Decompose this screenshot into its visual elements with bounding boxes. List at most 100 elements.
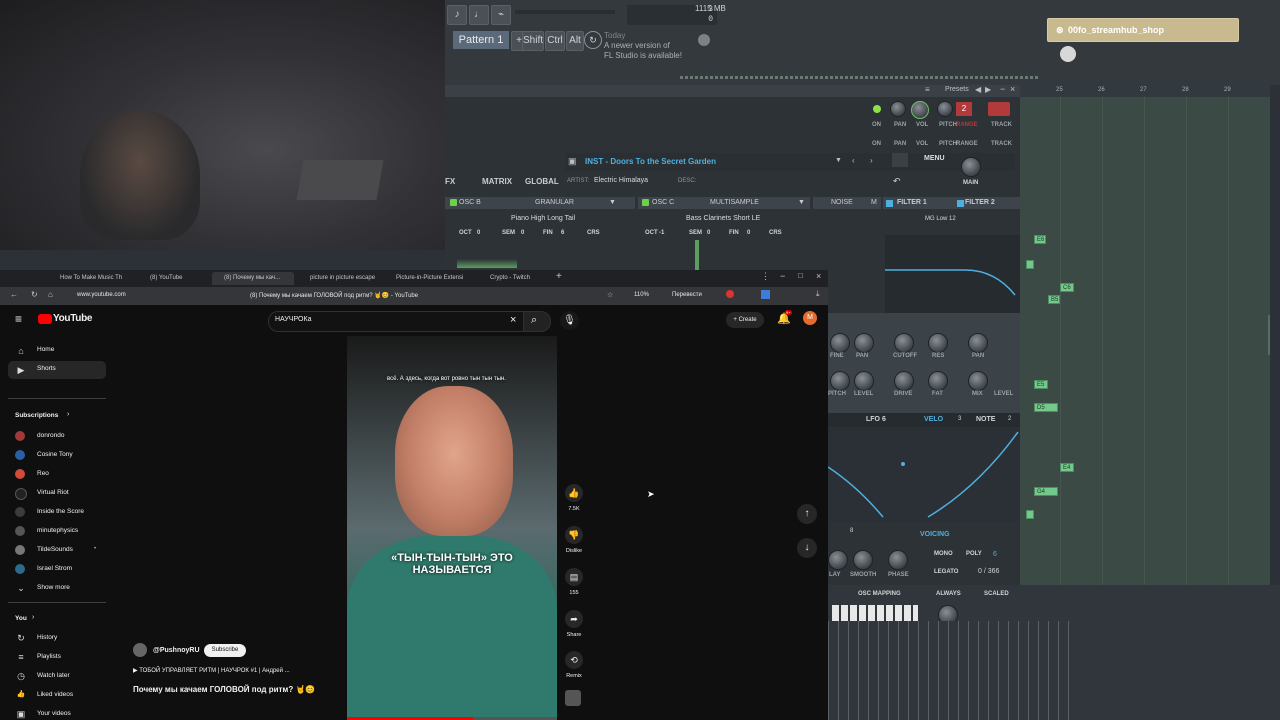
comments-icon[interactable]: ▤ xyxy=(565,568,583,586)
fat-knob[interactable] xyxy=(928,371,948,391)
online-icon[interactable] xyxy=(698,34,710,46)
cutoff-knob[interactable] xyxy=(894,333,914,353)
preset-name[interactable]: INST - Doors To the Secret Garden xyxy=(585,157,716,166)
filter1-label[interactable]: FILTER 1 xyxy=(897,197,927,209)
osc-c-sem[interactable]: 0 xyxy=(707,230,710,236)
pan-knob[interactable] xyxy=(890,101,906,117)
always-toggle[interactable]: ALWAYS xyxy=(936,591,961,597)
translate-button[interactable]: Перевести xyxy=(672,292,702,298)
channel-avatar[interactable] xyxy=(133,643,147,657)
sidebar-item-shorts[interactable]: Shorts xyxy=(37,365,56,372)
wait-icon[interactable]: ⌁ xyxy=(491,5,511,25)
sub-cosine-tony[interactable]: Cosine Tony xyxy=(37,451,73,458)
minimize-icon[interactable]: − xyxy=(1000,84,1005,94)
comments-action[interactable]: ▤ 155 xyxy=(565,568,583,596)
sound-thumbnail[interactable] xyxy=(565,690,581,706)
close-window-icon[interactable]: × xyxy=(816,271,821,281)
news-icon[interactable]: ↻ xyxy=(584,31,602,49)
lfo-point[interactable] xyxy=(901,462,905,466)
remix-action[interactable]: ⟲ Remix xyxy=(565,651,583,679)
save-preset-icon[interactable]: ▣ xyxy=(568,156,577,167)
piano-roll[interactable]: 25 26 27 28 29 E6 C6 B5 E5 D5 E4 G4 xyxy=(1020,85,1270,620)
noise-mute-icon[interactable]: M xyxy=(871,197,877,209)
osc-c-oct[interactable]: -1 xyxy=(659,230,664,236)
video-title[interactable]: Почему мы качаем ГОЛОВОЙ под ритм? 🤘😊 xyxy=(133,685,315,694)
undo-icon[interactable]: ↶ xyxy=(893,176,901,187)
menu-icon[interactable]: ≡ xyxy=(925,85,930,94)
tab-pip-escape[interactable]: picture in picture escape xyxy=(298,272,388,285)
minimize-window-icon[interactable]: − xyxy=(780,271,785,281)
short-video-player[interactable]: всё. А здесь, когда вот ровно тын тын ты… xyxy=(347,336,557,720)
drive-knob[interactable] xyxy=(894,371,914,391)
clear-search-icon[interactable]: × xyxy=(510,314,516,326)
channel-on-led[interactable] xyxy=(873,105,881,113)
osc-c-mode[interactable]: MULTISAMPLE xyxy=(710,197,759,209)
youtube-logo-text[interactable]: YouTube xyxy=(53,313,93,324)
range-value[interactable]: 2 xyxy=(956,102,972,116)
tab-note[interactable]: NOTE xyxy=(976,416,995,423)
main-volume-knob[interactable] xyxy=(961,157,981,177)
remix-icon[interactable]: ⟲ xyxy=(565,651,583,669)
prev-preset-arrow[interactable]: ‹ xyxy=(852,156,855,165)
tab-lfo6[interactable]: LFO 6 xyxy=(866,416,886,423)
next-preset-arrow[interactable]: › xyxy=(870,156,873,165)
osc-c-dropdown-icon[interactable]: ▼ xyxy=(798,197,805,209)
next-preset-icon[interactable]: ▶ xyxy=(985,85,991,94)
account-avatar[interactable]: M xyxy=(803,311,817,325)
osc-b-mode[interactable]: GRANULAR xyxy=(535,197,574,209)
show-more-button[interactable]: Show more xyxy=(37,584,70,591)
metronome-icon[interactable]: ♩ xyxy=(469,5,489,25)
osc-b-toggle[interactable] xyxy=(450,199,457,206)
reload-icon[interactable]: ↻ xyxy=(31,290,38,299)
maximize-window-icon[interactable]: □ xyxy=(798,271,803,280)
note-g4[interactable]: G4 xyxy=(1034,487,1058,496)
legato-toggle[interactable]: LEGATO xyxy=(934,569,958,575)
alt-key-button[interactable]: Alt xyxy=(566,31,584,51)
osc-c-fin[interactable]: 0 xyxy=(747,230,750,236)
osc-b-sem[interactable]: 0 xyxy=(521,230,524,236)
volume-knob[interactable] xyxy=(911,101,929,119)
tab-fx[interactable]: FX xyxy=(445,177,455,186)
close-icon[interactable]: × xyxy=(1010,84,1015,94)
subscribe-button[interactable]: Subscribe xyxy=(204,644,246,657)
smooth-knob[interactable] xyxy=(853,550,873,570)
sidebar-item-liked-videos[interactable]: Liked videos xyxy=(37,691,73,698)
pitch-knob-filter[interactable] xyxy=(830,371,850,391)
share-action[interactable]: ➦ Share xyxy=(565,610,583,638)
scaled-toggle[interactable]: SCALED xyxy=(984,591,1009,597)
noise-label[interactable]: NOISE xyxy=(831,197,853,209)
osc-c-label[interactable]: OSC C xyxy=(652,197,674,209)
pan-knob-2[interactable] xyxy=(968,333,988,353)
lfo-grid-value[interactable]: 8 xyxy=(850,528,853,534)
note-e6[interactable]: E6 xyxy=(1034,235,1046,244)
sub-virtual-riot[interactable]: Virtual Riot xyxy=(37,489,69,496)
sub-reo[interactable]: Reo xyxy=(37,470,49,477)
note-d5[interactable]: D5 xyxy=(1034,403,1058,412)
poly-value[interactable]: 6 xyxy=(993,551,997,558)
dislike-icon[interactable]: 👎 xyxy=(565,526,583,544)
note-e5[interactable]: E5 xyxy=(1034,380,1048,389)
back-icon[interactable]: ← xyxy=(10,290,18,299)
sub-donrondo[interactable]: donrondo xyxy=(37,432,64,439)
extension-icon-2[interactable] xyxy=(761,290,770,299)
update-news[interactable]: Today A newer version of FL Studio is av… xyxy=(604,31,682,61)
dislike-action[interactable]: 👎 Dislike xyxy=(565,526,583,554)
osc-b-oct[interactable]: 0 xyxy=(477,230,480,236)
download-icon[interactable]: ⤓ xyxy=(816,289,820,299)
mix-knob[interactable] xyxy=(968,371,988,391)
presets-label[interactable]: Presets xyxy=(945,86,969,93)
tab-matrix[interactable]: MATRIX xyxy=(482,177,512,186)
search-button[interactable]: ⌕ xyxy=(523,311,551,332)
level-knob[interactable] xyxy=(854,371,874,391)
zoom-level[interactable]: 110% xyxy=(634,292,649,298)
preset-dropdown-icon[interactable]: ▼ xyxy=(835,157,842,164)
youtube-logo-icon[interactable] xyxy=(38,314,52,324)
filter2-toggle[interactable] xyxy=(957,200,964,207)
note-c6[interactable]: C6 xyxy=(1060,283,1074,292)
bookmark-icon[interactable]: ☆ xyxy=(607,291,613,299)
pitch-knob[interactable] xyxy=(937,101,953,117)
osc-b-sample[interactable]: Piano High Long Tail xyxy=(511,215,575,222)
home-browser-icon[interactable]: ⌂ xyxy=(48,290,53,299)
create-button[interactable]: + Create xyxy=(726,312,764,328)
sidebar-item-watch-later[interactable]: Watch later xyxy=(37,672,70,679)
